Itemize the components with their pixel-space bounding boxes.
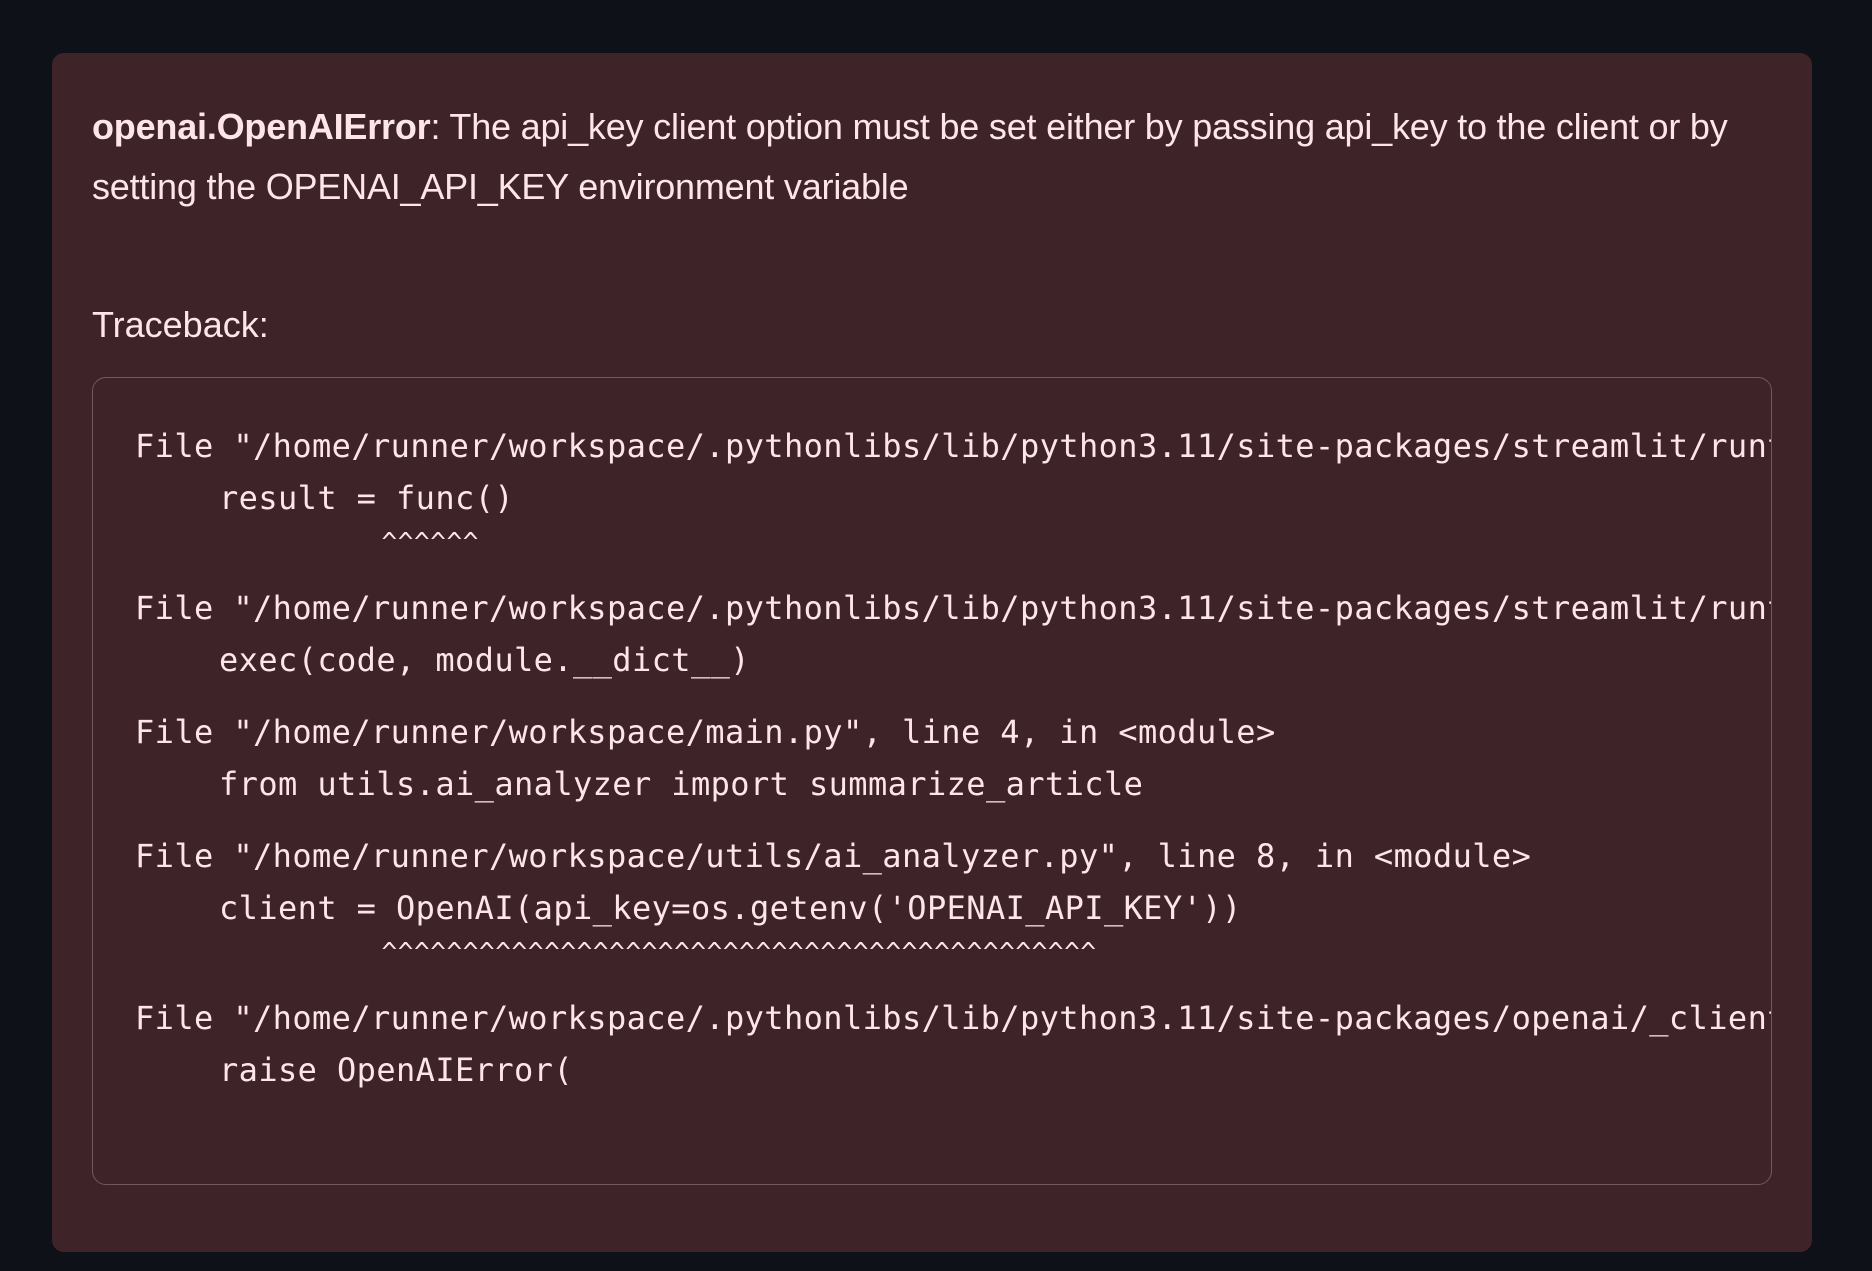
traceback-code-line: raise OpenAIError( [219, 1051, 573, 1089]
error-separator: : [430, 106, 441, 147]
traceback-frame: File "/home/runner/workspace/utils/ai_an… [135, 830, 1771, 972]
traceback-file-line: File "/home/runner/workspace/.pythonlibs… [135, 427, 1771, 465]
traceback-file-line: File "/home/runner/workspace/main.py", l… [135, 713, 1276, 751]
traceback-caret-line: ^^^^^^ [219, 528, 480, 558]
traceback-label: Traceback: [92, 304, 269, 345]
traceback-code-block[interactable]: File "/home/runner/workspace/.pythonlibs… [92, 377, 1772, 1185]
traceback-file-line: File "/home/runner/workspace/.pythonlibs… [135, 999, 1772, 1037]
error-message: openai.OpenAIError: The api_key client o… [92, 97, 1772, 217]
traceback-code-line: result = func() [219, 479, 514, 517]
traceback-frame: File "/home/runner/workspace/main.py", l… [135, 706, 1771, 810]
error-type: openai.OpenAIError [92, 106, 431, 147]
traceback-code-line: client = OpenAI(api_key=os.getenv('OPENA… [219, 889, 1242, 927]
traceback-caret-line: ^^^^^^^^^^^^^^^^^^^^^^^^^^^^^^^^^^^^^^^^… [219, 938, 1097, 968]
traceback-frame: File "/home/runner/workspace/.pythonlibs… [135, 420, 1771, 562]
traceback-frame: File "/home/runner/workspace/.pythonlibs… [135, 582, 1771, 686]
traceback-file-line: File "/home/runner/workspace/.pythonlibs… [135, 589, 1771, 627]
traceback-code-line: from utils.ai_analyzer import summarize_… [219, 765, 1144, 803]
traceback-file-line: File "/home/runner/workspace/utils/ai_an… [135, 837, 1532, 875]
exception-box: openai.OpenAIError: The api_key client o… [52, 53, 1812, 1252]
traceback-code-line: exec(code, module.__dict__) [219, 641, 750, 679]
traceback-frame: File "/home/runner/workspace/.pythonlibs… [135, 992, 1771, 1096]
